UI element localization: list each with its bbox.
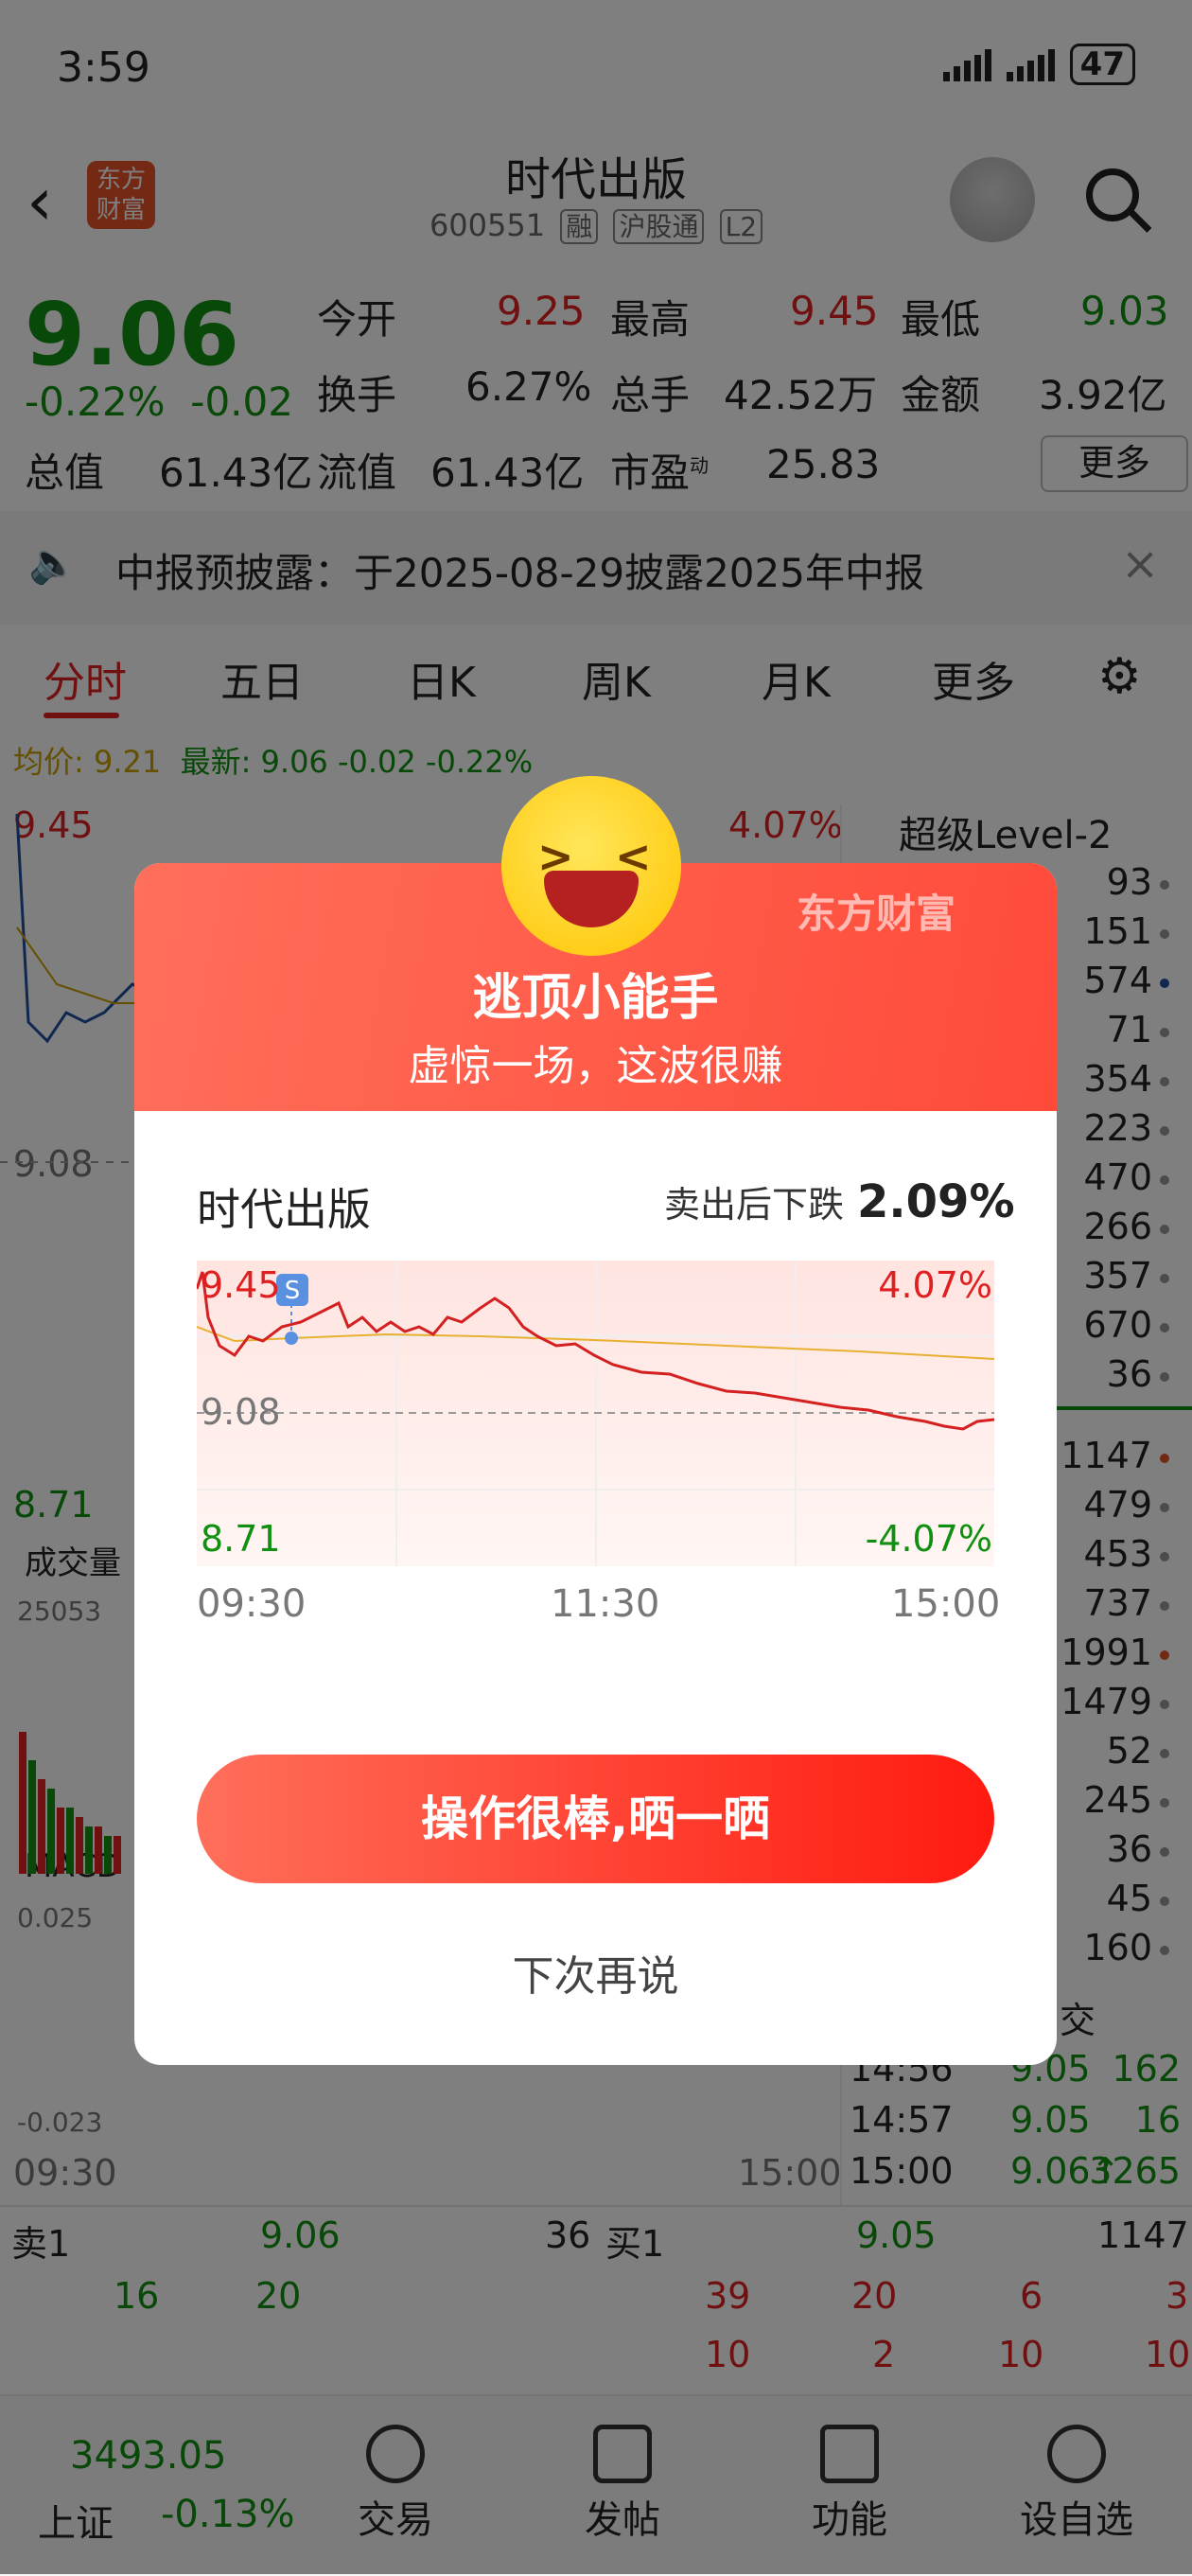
later-button[interactable]: 下次再说 bbox=[134, 1942, 1057, 2003]
modal-chart: S 9.45 4.07% 9.08 8.71 -4.07% bbox=[195, 1260, 995, 1567]
modal-stock-name: 时代出版 bbox=[197, 1184, 371, 1235]
modal-low-pct: -4.07% bbox=[865, 1518, 992, 1560]
modal-low-price: 8.71 bbox=[201, 1518, 281, 1560]
drop-value: 2.09% bbox=[857, 1175, 1015, 1228]
modal-time-end: 15:00 bbox=[891, 1582, 1001, 1626]
drop-label: 卖出后下跌 bbox=[664, 1184, 845, 1226]
modal-drop: 卖出后下跌 2.09% bbox=[664, 1175, 1015, 1228]
share-button[interactable]: 操作很棒,晒一晒 bbox=[197, 1755, 994, 1883]
modal-title: 逃顶小能手 bbox=[472, 970, 719, 1027]
sell-marker: S bbox=[285, 1277, 301, 1305]
brand-watermark: 东方财富 bbox=[797, 891, 956, 937]
modal-subtitle: 虚惊一场，这波很赚 bbox=[408, 1042, 783, 1090]
laughing-emoji-icon: > < bbox=[501, 776, 681, 956]
modal-mid-price: 9.08 bbox=[201, 1391, 281, 1433]
modal-time-mid: 11:30 bbox=[551, 1582, 660, 1626]
modal-top-price: 9.45 bbox=[201, 1264, 281, 1306]
modal-time-start: 09:30 bbox=[197, 1582, 307, 1626]
top-escape-modal: 东方财富 逃顶小能手 虚惊一场，这波很赚 时代出版 卖出后下跌 2.09% S 9… bbox=[134, 863, 1057, 2065]
modal-top-pct: 4.07% bbox=[878, 1264, 992, 1306]
